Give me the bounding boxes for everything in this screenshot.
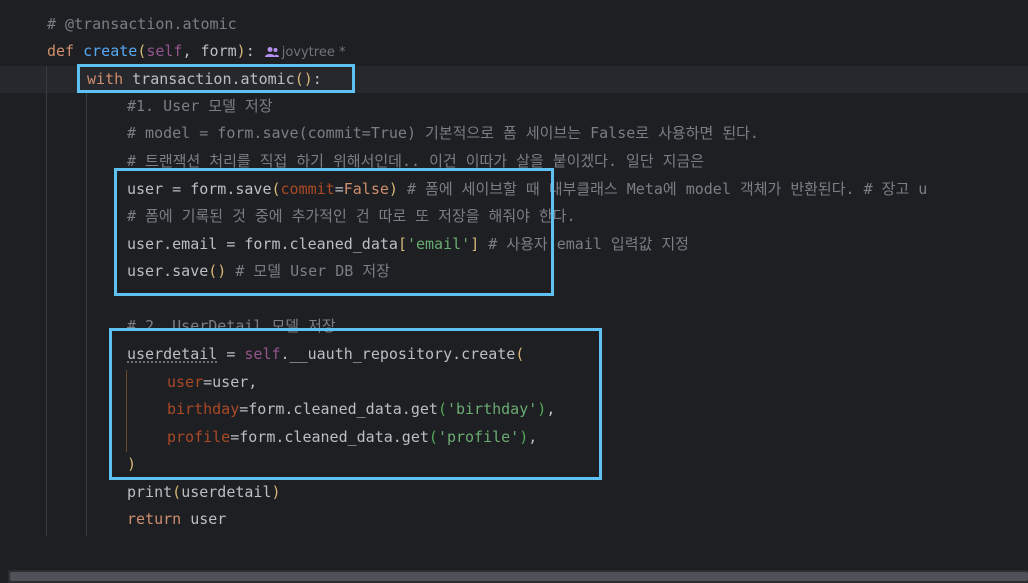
highlight-box-user-save (114, 168, 554, 296)
scrollbar-thumb[interactable] (10, 572, 1028, 581)
code-line-2[interactable]: def create(self, form): jovytree * (0, 38, 1028, 65)
highlight-box-userdetail-create (109, 328, 602, 480)
code-line-1[interactable]: # @transaction.atomic (0, 11, 1028, 38)
code-line-19[interactable]: return user (0, 506, 1028, 533)
code-line-5[interactable]: # model = form.save(commit=True) 기본적으로 폼… (0, 120, 1028, 147)
code-editor[interactable]: # @transaction.atomic def create(self, f… (0, 0, 1028, 570)
author-inlay-hint[interactable]: jovytree * (264, 45, 345, 60)
people-icon (264, 47, 279, 57)
code-line-4[interactable]: #1. User 모델 저장 (0, 93, 1028, 120)
code-line-18[interactable]: print(userdetail) (0, 479, 1028, 506)
highlight-box-with-statement (77, 64, 355, 93)
